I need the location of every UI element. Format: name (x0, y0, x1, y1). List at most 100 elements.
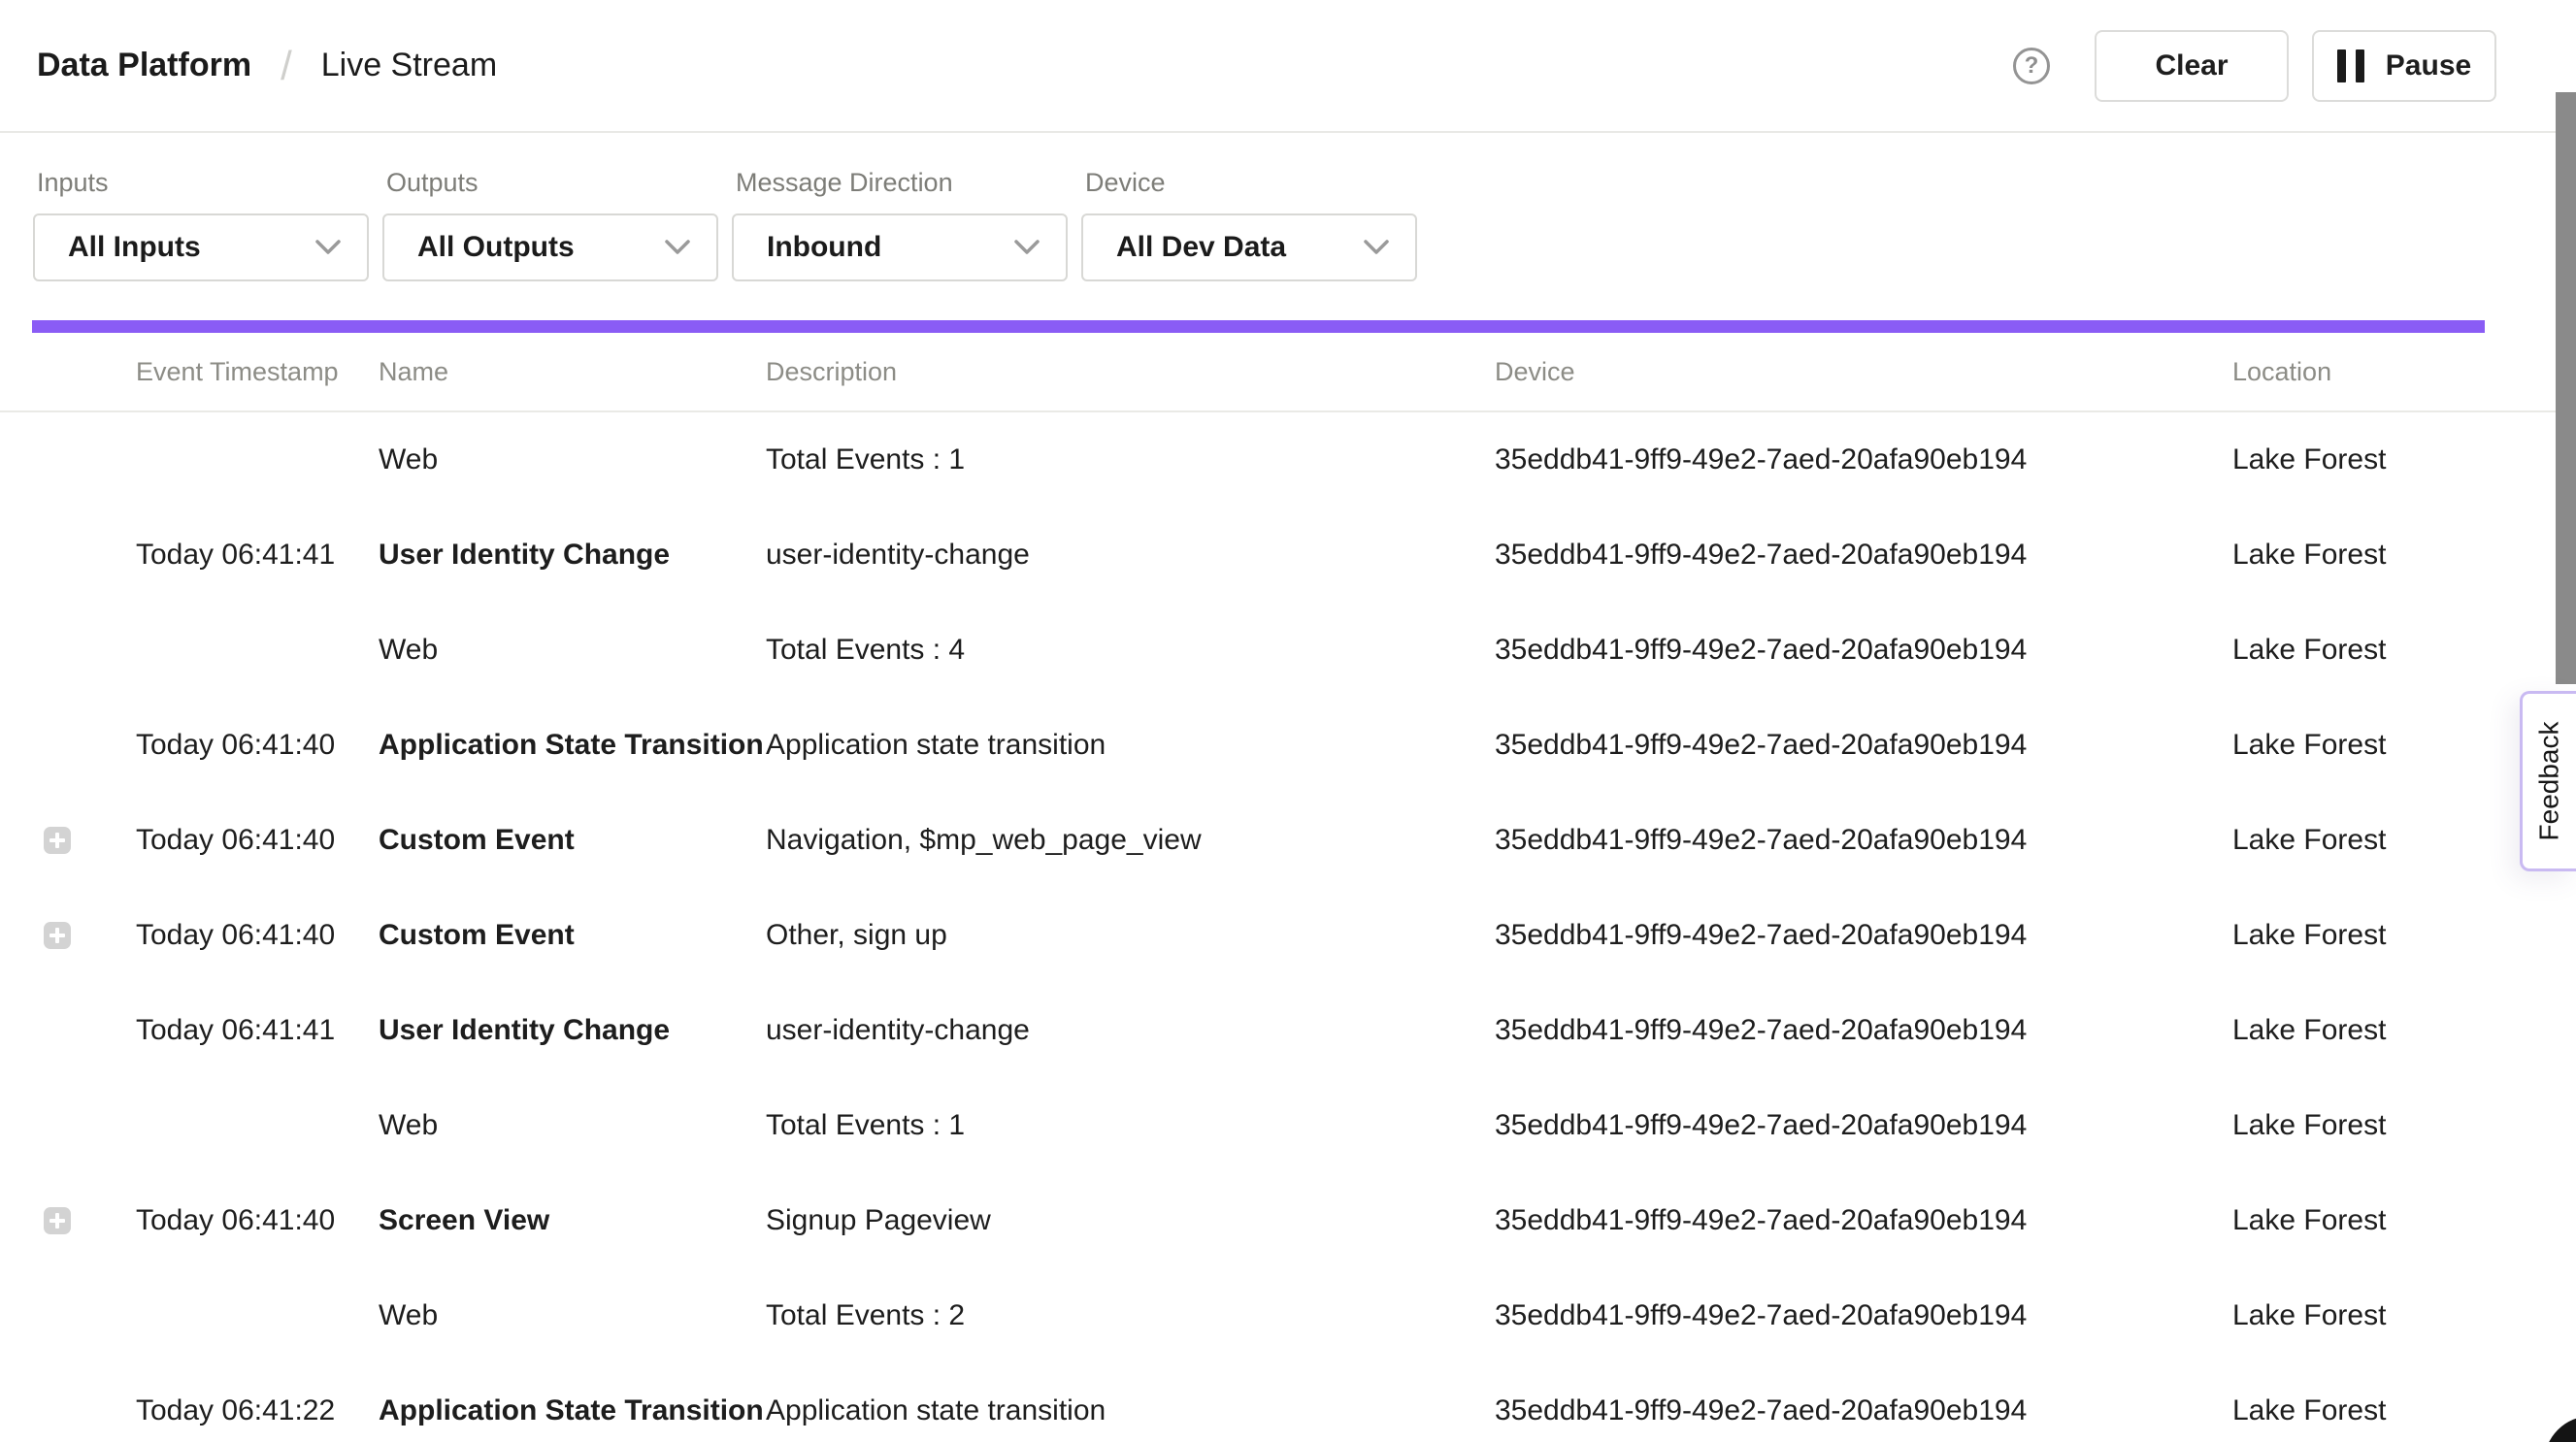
cell-event-timestamp: Today 06:41:22 (136, 1394, 379, 1427)
table-row[interactable]: Today 06:41:40 Custom Event Other, sign … (0, 888, 2576, 983)
filter-label: Message Direction (736, 168, 1068, 198)
cell-device: 35eddb41-9ff9-49e2-7aed-20afa90eb194 (1495, 634, 2232, 667)
cell-description: Other, sign up (766, 919, 1495, 952)
expand-row-button[interactable] (44, 922, 71, 949)
stream-active-indicator (32, 320, 2485, 333)
column-header-event-timestamp: Event Timestamp (136, 357, 379, 387)
cell-event-timestamp: Today 06:41:40 (136, 729, 379, 762)
cell-device: 35eddb41-9ff9-49e2-7aed-20afa90eb194 (1495, 1109, 2232, 1142)
cell-device: 35eddb41-9ff9-49e2-7aed-20afa90eb194 (1495, 1299, 2232, 1332)
chevron-down-icon (1363, 239, 1390, 256)
table-row[interactable]: Web Total Events : 1 35eddb41-9ff9-49e2-… (0, 412, 2576, 508)
cell-device: 35eddb41-9ff9-49e2-7aed-20afa90eb194 (1495, 1394, 2232, 1427)
cell-name: Web (379, 634, 766, 667)
header-actions: ? Clear Pause (2013, 30, 2496, 102)
feedback-label: Feedback (2534, 722, 2565, 841)
expand-row-button[interactable] (44, 827, 71, 854)
pause-icon (2337, 49, 2364, 82)
cell-location: Lake Forest (2232, 1109, 2576, 1142)
cell-name: Web (379, 443, 766, 476)
table-row[interactable]: Web Total Events : 2 35eddb41-9ff9-49e2-… (0, 1268, 2576, 1363)
breadcrumb-data-platform[interactable]: Data Platform (37, 47, 251, 84)
filter-bar: Inputs All Inputs Outputs All Outputs Me… (0, 133, 2576, 281)
inputs-filter-select[interactable]: All Inputs (33, 213, 369, 281)
cell-event-timestamp: Today 06:41:40 (136, 919, 379, 952)
events-table: Event Timestamp Name Description Device … (0, 333, 2576, 1442)
cell-description: Total Events : 4 (766, 634, 1495, 667)
cell-location: Lake Forest (2232, 919, 2576, 952)
breadcrumb: Data Platform / Live Stream (37, 43, 497, 89)
cell-description: Application state transition (766, 1394, 1495, 1427)
cell-location: Lake Forest (2232, 1299, 2576, 1332)
cell-location: Lake Forest (2232, 1014, 2576, 1047)
scrollbar[interactable] (2556, 92, 2576, 684)
cell-location: Lake Forest (2232, 634, 2576, 667)
table-row[interactable]: Web Total Events : 1 35eddb41-9ff9-49e2-… (0, 1078, 2576, 1173)
cell-device: 35eddb41-9ff9-49e2-7aed-20afa90eb194 (1495, 1204, 2232, 1237)
page-title: Live Stream (321, 47, 497, 84)
filter-message-direction: Message Direction Inbound (732, 168, 1068, 281)
table-row[interactable]: Today 06:41:40 Application State Transit… (0, 698, 2576, 793)
selected-value: All Outputs (417, 231, 575, 264)
cell-device: 35eddb41-9ff9-49e2-7aed-20afa90eb194 (1495, 1014, 2232, 1047)
cell-name: Application State Transition (379, 1394, 766, 1427)
table-header-row: Event Timestamp Name Description Device … (0, 333, 2576, 412)
feedback-tab[interactable]: Feedback (2520, 691, 2576, 871)
cell-device: 35eddb41-9ff9-49e2-7aed-20afa90eb194 (1495, 443, 2232, 476)
cell-event-timestamp: Today 06:41:41 (136, 1014, 379, 1047)
cell-event-timestamp: Today 06:41:41 (136, 539, 379, 572)
table-row[interactable]: Today 06:41:40 Screen View Signup Pagevi… (0, 1173, 2576, 1268)
column-header-location: Location (2232, 357, 2576, 387)
header-buttons: Clear Pause (2095, 30, 2496, 102)
device-filter-select[interactable]: All Dev Data (1081, 213, 1417, 281)
table-row[interactable]: Today 06:41:22 Application State Transit… (0, 1363, 2576, 1442)
cell-description: Signup Pageview (766, 1204, 1495, 1237)
chevron-down-icon (664, 239, 691, 256)
clear-button[interactable]: Clear (2095, 30, 2289, 102)
cell-location: Lake Forest (2232, 1394, 2576, 1427)
filter-label: Inputs (37, 168, 369, 198)
chevron-down-icon (314, 239, 342, 256)
cell-description: user-identity-change (766, 1014, 1495, 1047)
cell-location: Lake Forest (2232, 539, 2576, 572)
pause-button[interactable]: Pause (2312, 30, 2496, 102)
filter-outputs: Outputs All Outputs (382, 168, 718, 281)
filter-inputs: Inputs All Inputs (33, 168, 369, 281)
cell-name: Web (379, 1299, 766, 1332)
filter-label: Outputs (386, 168, 718, 198)
column-header-device: Device (1495, 357, 2232, 387)
pause-label: Pause (2386, 49, 2471, 82)
help-icon[interactable]: ? (2013, 48, 2050, 84)
cell-event-timestamp: Today 06:41:40 (136, 1204, 379, 1237)
table-row[interactable]: Today 06:41:41 User Identity Change user… (0, 983, 2576, 1078)
cell-name: Screen View (379, 1204, 766, 1237)
cell-description: user-identity-change (766, 539, 1495, 572)
cell-description: Total Events : 1 (766, 1109, 1495, 1142)
cell-name: User Identity Change (379, 539, 766, 572)
selected-value: Inbound (767, 231, 881, 264)
cell-name: Application State Transition (379, 729, 766, 762)
cell-device: 35eddb41-9ff9-49e2-7aed-20afa90eb194 (1495, 539, 2232, 572)
top-bar: Data Platform / Live Stream ? Clear Paus… (0, 0, 2576, 133)
table-row[interactable]: Today 06:41:41 User Identity Change user… (0, 508, 2576, 603)
cell-name: User Identity Change (379, 1014, 766, 1047)
cell-name: Custom Event (379, 919, 766, 952)
table-row[interactable]: Web Total Events : 4 35eddb41-9ff9-49e2-… (0, 603, 2576, 698)
cell-location: Lake Forest (2232, 1204, 2576, 1237)
column-header-name: Name (379, 357, 766, 387)
message-direction-filter-select[interactable]: Inbound (732, 213, 1068, 281)
cell-location: Lake Forest (2232, 443, 2576, 476)
cell-event-timestamp: Today 06:41:40 (136, 824, 379, 857)
breadcrumb-separator: / (281, 43, 292, 89)
filter-label: Device (1085, 168, 1417, 198)
expand-row-button[interactable] (44, 1207, 71, 1234)
cell-device: 35eddb41-9ff9-49e2-7aed-20afa90eb194 (1495, 919, 2232, 952)
outputs-filter-select[interactable]: All Outputs (382, 213, 718, 281)
selected-value: All Dev Data (1116, 231, 1286, 264)
filter-device: Device All Dev Data (1081, 168, 1417, 281)
cell-device: 35eddb41-9ff9-49e2-7aed-20afa90eb194 (1495, 824, 2232, 857)
cell-description: Total Events : 1 (766, 443, 1495, 476)
cell-description: Application state transition (766, 729, 1495, 762)
table-body: Web Total Events : 1 35eddb41-9ff9-49e2-… (0, 412, 2576, 1442)
table-row[interactable]: Today 06:41:40 Custom Event Navigation, … (0, 793, 2576, 888)
